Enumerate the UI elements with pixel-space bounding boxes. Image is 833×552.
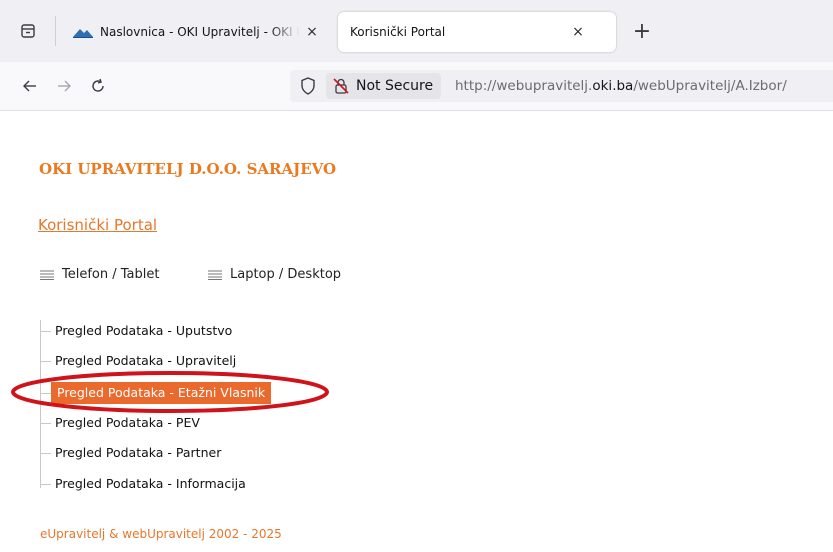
- menu-item-pev[interactable]: Pregled Podataka - PEV: [40, 411, 204, 435]
- close-icon[interactable]: ×: [304, 24, 320, 40]
- plus-icon[interactable]: +: [628, 17, 656, 45]
- menu-item-uputstvo[interactable]: Pregled Podataka - Uputstvo: [40, 319, 236, 343]
- url-text[interactable]: http://webupravitelj.oki.ba/webUpravitel…: [455, 70, 787, 102]
- tree-tick: [40, 392, 51, 394]
- menu-item-etazni-vlasnik[interactable]: Pregled Podataka - Etažni Vlasnik: [40, 381, 272, 405]
- tab-list-icon: [21, 24, 35, 38]
- footer-copyright: eUpravitelj & webUpravitelj 2002 - 2025: [40, 527, 282, 541]
- reload-button[interactable]: [84, 72, 112, 100]
- menu-item-label[interactable]: Pregled Podataka - Informacija: [51, 473, 250, 495]
- menu-lines-icon: [40, 270, 54, 280]
- menu-item-label[interactable]: Pregled Podataka - Etažni Vlasnik: [51, 382, 272, 404]
- favicon-icon: [73, 29, 93, 38]
- tab-naslovnica[interactable]: Naslovnica - OKI Upravitelj - OKI Upravi…: [62, 12, 328, 52]
- view-laptop-label: Laptop / Desktop: [230, 267, 342, 282]
- menu-lines-icon: [208, 270, 222, 280]
- tree-tick: [40, 422, 51, 424]
- view-phone-label: Telefon / Tablet: [62, 267, 160, 282]
- menu-item-label[interactable]: Pregled Podataka - Uputstvo: [51, 320, 236, 342]
- navigation-bar: Not Secure http://webupravitelj.oki.ba/w…: [0, 62, 833, 111]
- address-bar[interactable]: Not Secure http://webupravitelj.oki.ba/w…: [290, 70, 833, 102]
- security-label: Not Secure: [356, 78, 434, 94]
- view-laptop-desktop-button[interactable]: Laptop / Desktop: [208, 267, 341, 282]
- shield-icon[interactable]: [298, 76, 318, 96]
- reload-icon: [92, 78, 104, 92]
- insecure-lock-icon: [333, 78, 349, 94]
- tab-separator: [55, 16, 56, 46]
- tab-korisnicki-portal[interactable]: Korisnički Portal ×: [338, 12, 616, 52]
- back-arrow-icon: [23, 80, 36, 92]
- url-domain: oki.ba: [592, 78, 634, 94]
- tab-title: Naslovnica - OKI Upravitelj - OKI Upravi…: [100, 25, 300, 39]
- menu-item-label[interactable]: Pregled Podataka - Upravitelj: [51, 350, 240, 372]
- tree-tick: [40, 452, 51, 454]
- company-name: OKI UPRAVITELJ D.O.O. SARAJEVO: [39, 160, 337, 178]
- url-suffix: /webUpravitelj/A.Izbor/: [633, 78, 787, 94]
- tab-strip: Naslovnica - OKI Upravitelj - OKI Upravi…: [0, 0, 833, 62]
- view-phone-tablet-button[interactable]: Telefon / Tablet: [40, 267, 159, 282]
- security-indicator[interactable]: Not Secure: [326, 73, 442, 99]
- menu-item-label[interactable]: Pregled Podataka - PEV: [51, 412, 204, 434]
- back-button[interactable]: [16, 72, 44, 100]
- portal-link[interactable]: Korisnički Portal: [38, 216, 157, 234]
- close-icon[interactable]: ×: [570, 24, 586, 40]
- forward-arrow-icon: [58, 80, 71, 92]
- menu-item-label[interactable]: Pregled Podataka - Partner: [51, 442, 225, 464]
- tree-tick: [40, 330, 51, 332]
- menu-item-upravitelj[interactable]: Pregled Podataka - Upravitelj: [40, 349, 240, 373]
- tab-list-button[interactable]: [14, 17, 42, 45]
- tree-tick: [40, 360, 51, 362]
- url-prefix: http://webupravitelj.: [455, 78, 593, 94]
- tab-title: Korisnički Portal: [350, 25, 446, 39]
- tree-tick: [40, 483, 51, 485]
- forward-button[interactable]: [50, 72, 78, 100]
- menu-item-informacija[interactable]: Pregled Podataka - Informacija: [40, 472, 250, 496]
- menu-item-partner[interactable]: Pregled Podataka - Partner: [40, 441, 225, 465]
